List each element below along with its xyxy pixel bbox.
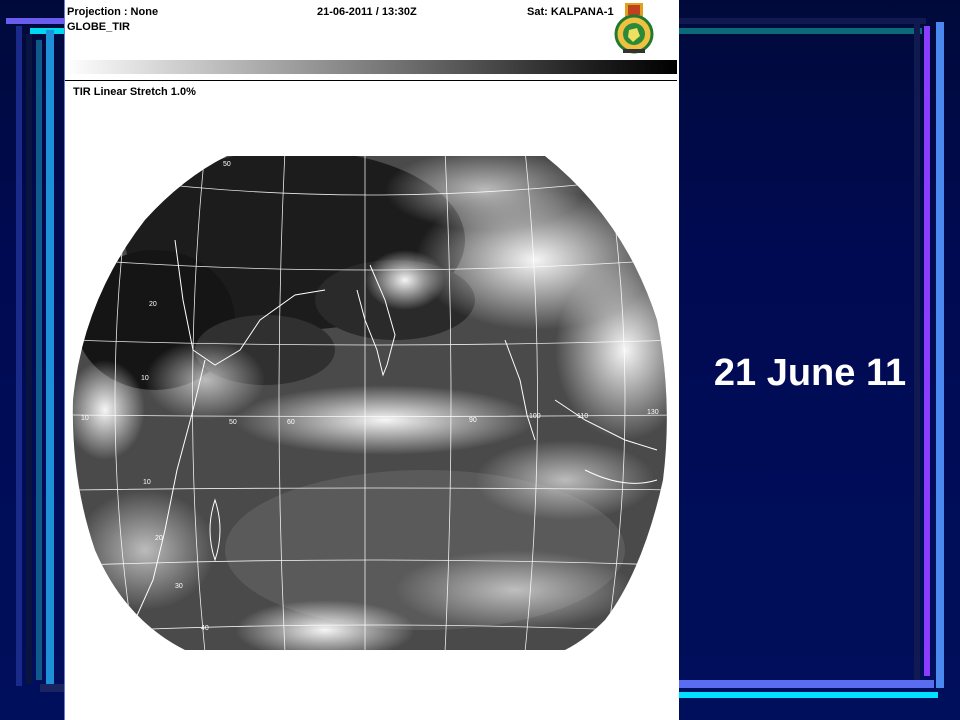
grid-label: 60: [287, 419, 295, 426]
grid-label: 40: [201, 625, 209, 632]
frame-bar-bottom-right-1: [678, 680, 934, 688]
stretch-label: TIR Linear Stretch 1.0%: [73, 86, 196, 98]
frame-bar-top-right-1: [678, 18, 926, 24]
frame-bar-left-4: [46, 30, 54, 690]
grid-label: 10: [141, 375, 149, 382]
grid-label: 10: [81, 415, 89, 422]
frame-bar-left-2: [26, 34, 32, 684]
frame-bar-left-3: [36, 40, 42, 680]
grid-label: 20: [155, 535, 163, 542]
product-label: GLOBE_TIR: [67, 21, 130, 33]
grid-label: 20: [149, 301, 157, 308]
frame-bar-top-left-purple: [6, 18, 64, 24]
separator-line: [65, 80, 677, 81]
grid-label: 10: [143, 479, 151, 486]
frame-bar-top-right-2: [678, 28, 922, 34]
frame-bar-bottom-right-2: [678, 692, 938, 698]
grid-label: 90: [469, 417, 477, 424]
grid-label: 30: [175, 583, 183, 590]
grayscale-bar: [65, 60, 677, 74]
imd-emblem-icon: [614, 3, 654, 54]
frame-bar-left-1: [16, 26, 22, 686]
grid-label: 50: [223, 161, 231, 168]
grid-label: 50: [229, 419, 237, 426]
grid-label: 130: [647, 409, 659, 416]
datetime-label: 21-06-2011 / 13:30Z: [317, 6, 417, 18]
frame-bar-bottom-left: [40, 684, 64, 692]
satellite-label: Sat: KALPANA-1: [527, 6, 614, 18]
globe-image: 50 20 10 10 50 60 90 100 110 130 10 20 3…: [72, 156, 667, 650]
grid-label: 110: [577, 413, 588, 420]
satellite-image-panel: Projection : None GLOBE_TIR 21-06-2011 /…: [64, 0, 679, 720]
frame-bar-right-2: [924, 26, 930, 676]
frame-bar-right-3: [936, 22, 944, 688]
grid-label: 100: [529, 413, 541, 420]
slide-title: 21 June 11: [713, 352, 907, 394]
projection-label: Projection : None: [67, 6, 159, 18]
